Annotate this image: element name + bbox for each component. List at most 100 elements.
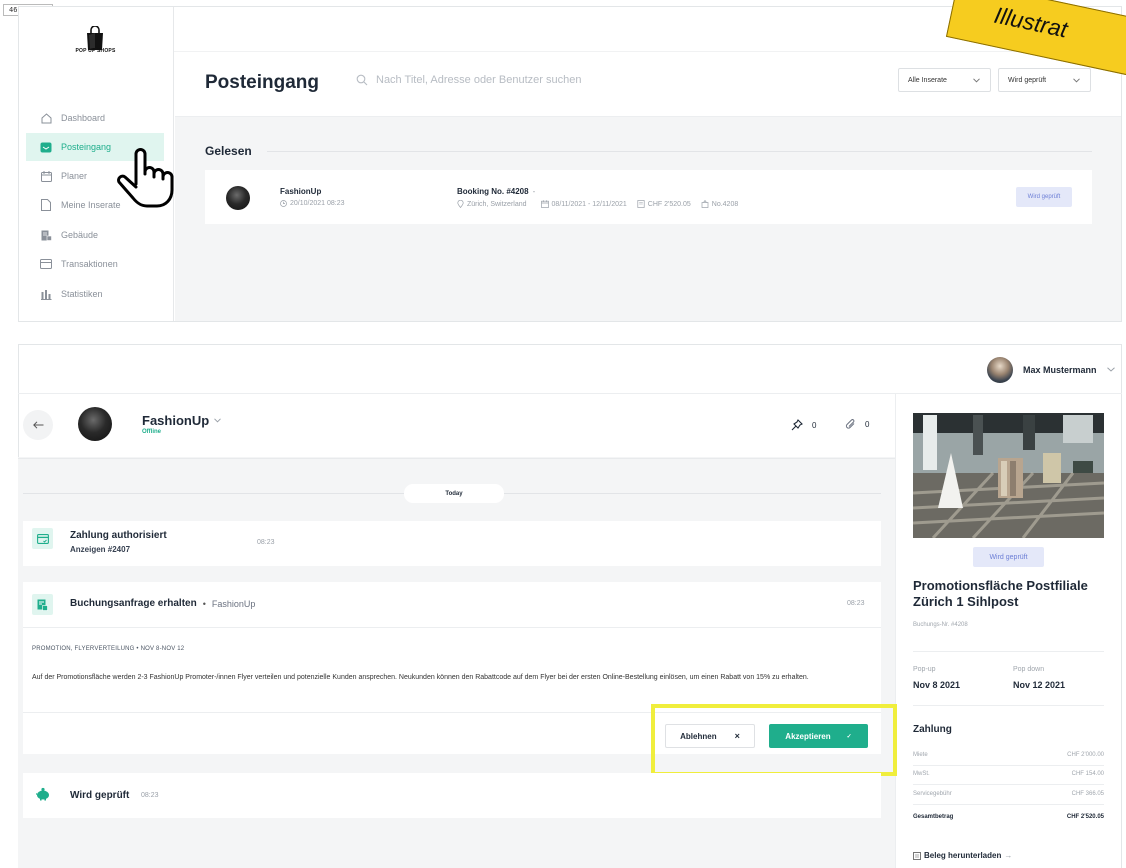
back-button[interactable] [23, 410, 53, 440]
payment-row-value: CHF 154.00 [1071, 771, 1104, 777]
brand-name: POP UP SHOPS [75, 48, 116, 54]
arrow-left-icon [32, 421, 43, 429]
message-date-text: 20/10/2021 08:23 [290, 200, 345, 207]
inbox-panel [18, 6, 1122, 322]
payment-title: Zahlung [913, 724, 952, 735]
inbox-icon [40, 141, 52, 153]
download-receipt-label: Beleg herunterladen [924, 851, 1002, 860]
sidebar-item-transaktionen[interactable]: Transaktionen [26, 250, 164, 278]
status-filter-dropdown[interactable]: Wird geprüft [998, 68, 1091, 92]
booking-description: Auf der Promotionsfläche werden 2-3 Fash… [32, 674, 809, 681]
sidebar-item-gebäude[interactable]: Gebäude [26, 221, 164, 249]
sidebar-item-statistiken[interactable]: Statistiken [26, 280, 164, 308]
listing-title: Promotionsfläche Postfiliale Zürich 1 Si… [913, 578, 1088, 609]
chat-contact-label: FashionUp [142, 413, 210, 428]
chat-contact-name[interactable]: FashionUp [142, 413, 222, 428]
sidebar-item-label: Dashboard [61, 113, 106, 123]
chat-avatar [78, 407, 112, 441]
topbar-divider [18, 393, 1122, 394]
listing-divider [913, 651, 1104, 652]
payment-row-label: Miete [913, 752, 928, 758]
payment-row-label: MwSt. [913, 771, 930, 777]
popdown-label: Pop down [1013, 666, 1045, 673]
booking-amount: CHF 2'520.05 [647, 200, 691, 208]
payment-row: Miete CHF 2'000.00 [913, 752, 1104, 758]
popdown-date: Nov 12 2021 [1013, 680, 1066, 690]
right-column-divider [895, 394, 896, 868]
popup-date: Nov 8 2021 [913, 680, 961, 690]
section-title-read: Gelesen [205, 144, 252, 158]
payment-row-divider [913, 784, 1104, 785]
booking-ref: No.4208 [711, 200, 739, 208]
message-row[interactable] [205, 170, 1092, 224]
attachment-count: 0 [865, 420, 870, 429]
payment-row-value: CHF 366.05 [1071, 791, 1104, 797]
booking-request-time: 08:23 [847, 600, 865, 607]
event-payment-title: Zahlung authorisiert [70, 530, 167, 541]
search-input[interactable]: Nach Titel, Adresse oder Benutzer suchen [356, 74, 581, 86]
booking-details: Zürich, Switzerland 08/11/2021 - 12/11/2… [457, 200, 738, 208]
user-avatar[interactable] [987, 357, 1013, 383]
bar-chart-icon [40, 288, 52, 300]
calendar-icon [540, 200, 549, 208]
hand-pointer-icon [114, 144, 176, 208]
status-filter-value: Wird geprüft [1008, 76, 1047, 84]
sender-avatar [226, 186, 250, 210]
pin-icon [791, 419, 803, 431]
booking-date-range: 08/11/2021 - 12/11/2021 [551, 200, 627, 208]
booking-suffix: - [532, 187, 536, 196]
sidebar-item-label: Statistiken [61, 289, 103, 299]
payment-row-divider [913, 804, 1104, 805]
shopping-bag-logo-icon[interactable] [86, 26, 104, 50]
header-separator [174, 51, 1122, 52]
sidebar-item-label: Transaktionen [61, 259, 118, 269]
listing-photo[interactable] [913, 413, 1104, 538]
payment-row-label: Servicegebühr [913, 791, 952, 797]
search-icon [356, 74, 368, 86]
listing-booking-number: Buchungs-Nr. #4208 [913, 622, 968, 628]
paperclip-icon [845, 419, 855, 429]
piggy-bank-icon [36, 787, 50, 801]
sender-name: FashionUp [280, 187, 322, 196]
event-payment-subtitle: Anzeigen #2407 [70, 545, 131, 554]
payment-row: MwSt. CHF 154.00 [913, 771, 1104, 777]
sidebar-item-label: Planer [61, 171, 88, 181]
credit-card-icon [32, 528, 53, 549]
clock-icon [280, 200, 287, 207]
payment-row: Gesamtbetrag CHF 2'520.05 [913, 814, 1104, 820]
user-name[interactable]: Max Mustermann [1023, 365, 1097, 375]
today-label: Today [404, 484, 504, 503]
chat-header-divider [18, 458, 895, 459]
sidebar-item-dashboard[interactable]: Dashboard [26, 104, 164, 132]
attachment-counter[interactable]: 0 [845, 419, 869, 430]
highlight-frame [651, 704, 897, 776]
booking-number-text: Booking No. #4208 [457, 187, 529, 196]
listing-divider [913, 705, 1104, 706]
event-payment-time: 08:23 [257, 539, 275, 546]
building-icon [701, 200, 709, 208]
pin-counter[interactable]: 0 [791, 419, 816, 431]
payment-row-divider [913, 765, 1104, 766]
document-icon [40, 199, 52, 211]
payment-row-label: Gesamtbetrag [913, 814, 954, 820]
booking-request-sender: FashionUp [211, 598, 256, 609]
chevron-down-icon [1073, 77, 1080, 83]
booking-number: Booking No. #4208 - [457, 187, 535, 196]
booking-card-divider [23, 627, 881, 628]
building-icon [40, 229, 52, 241]
listing-filter-dropdown[interactable]: Alle Inserate [898, 68, 991, 92]
home-icon [40, 112, 52, 124]
chevron-down-icon[interactable] [1107, 367, 1115, 372]
message-date: 20/10/2021 08:23 [280, 200, 345, 207]
receipt-icon [637, 200, 645, 208]
chevron-down-icon [973, 77, 980, 83]
banner-text: Illustrat [991, 1, 1070, 43]
sidebar-item-label: Gebäude [61, 230, 99, 240]
review-status-time: 08:23 [141, 792, 159, 799]
sidebar-item-label: Meine Inserate [61, 200, 121, 210]
card-icon [40, 258, 52, 270]
listing-filter-value: Alle Inserate [908, 76, 947, 84]
download-receipt-link[interactable]: Beleg herunterladen → [913, 851, 1012, 860]
event-payment-card [23, 521, 881, 566]
payment-row-value: CHF 2'520.05 [1066, 814, 1104, 820]
